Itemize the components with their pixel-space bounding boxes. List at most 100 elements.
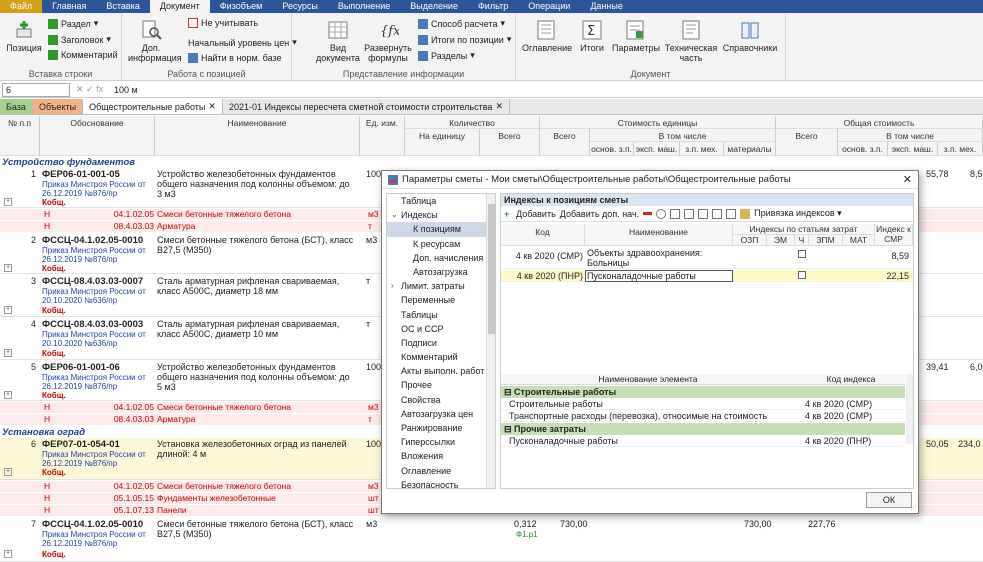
- remove-icon[interactable]: [643, 212, 653, 215]
- col-gc-total[interactable]: Всего: [776, 129, 838, 156]
- section-button[interactable]: Раздел ▾: [48, 18, 98, 29]
- tab-file[interactable]: Файл: [0, 0, 43, 13]
- tab-general-works[interactable]: Общестроительные работы ✕: [83, 99, 223, 114]
- cell-name-box[interactable]: 6: [2, 82, 70, 97]
- position-button[interactable]: Позиция: [4, 19, 44, 53]
- col-ozp[interactable]: ОЗП: [733, 235, 767, 246]
- nav-item-security[interactable]: Безопасность: [387, 478, 495, 488]
- expand-toggle[interactable]: +: [4, 391, 12, 399]
- formula-buttons[interactable]: ✕ ✓ fx: [70, 84, 110, 95]
- col-exp-mash-2[interactable]: эксп. маш.: [888, 142, 938, 156]
- nav-item-properties[interactable]: Свойства: [387, 393, 495, 407]
- section-row[interactable]: Устройство фундаментов: [0, 157, 983, 168]
- add-button[interactable]: + Добавить: [504, 209, 556, 219]
- not-count-button[interactable]: Не учитывать: [188, 18, 258, 28]
- col-by-cost[interactable]: Индексы по статьям затрат: [733, 224, 875, 235]
- nav-item-extra-charges[interactable]: Доп. начисления: [387, 251, 495, 265]
- list-item[interactable]: Пусконаладочные работы 4 кв 2020 (ПНР): [501, 435, 905, 447]
- col-smr[interactable]: Индекс к СМР: [875, 224, 913, 246]
- params-button[interactable]: Параметры: [612, 19, 660, 53]
- nav-item-acts[interactable]: Акты выполн. работ: [387, 364, 495, 378]
- col-code[interactable]: Код: [501, 224, 585, 246]
- col-quantity[interactable]: Количество: [405, 116, 540, 129]
- table-row[interactable]: 4 кв 2020 (СМР) Объекты здравоохранения:…: [501, 247, 913, 269]
- collapse-icon[interactable]: ⊟: [504, 387, 514, 397]
- nav-item-attachments[interactable]: Вложения: [387, 449, 495, 463]
- formula-value[interactable]: 100 м: [110, 85, 138, 95]
- tab-data[interactable]: Данные: [580, 0, 633, 13]
- tab-indices[interactable]: 2021-01 Индексы пересчета сметной стоимо…: [223, 99, 510, 114]
- tech-part-button[interactable]: Техническая часть: [662, 19, 720, 63]
- nav-item-to-positions[interactable]: К позициям: [387, 222, 495, 237]
- expand-toggle[interactable]: +: [4, 198, 12, 206]
- col-ch[interactable]: Ч: [795, 235, 809, 246]
- close-icon[interactable]: ✕: [903, 173, 912, 186]
- nav-item-autoload[interactable]: Автозагрузка: [387, 265, 495, 279]
- nav-item-other[interactable]: Прочее: [387, 378, 495, 392]
- col-general-cost[interactable]: Общая стоимость: [776, 116, 983, 129]
- close-icon[interactable]: ✕: [208, 101, 216, 112]
- col-osn-zp-2[interactable]: основ. з.п.: [838, 142, 888, 156]
- col-mat[interactable]: МАТ: [843, 235, 875, 246]
- row-checkbox[interactable]: [798, 271, 806, 279]
- tab-home[interactable]: Главная: [42, 0, 96, 13]
- col-basis[interactable]: Обоснование: [40, 116, 155, 156]
- tab-objects[interactable]: Объекты: [32, 99, 84, 114]
- chevron-down-icon[interactable]: ⌄: [391, 208, 398, 222]
- col-name[interactable]: Наименование: [585, 224, 733, 246]
- col-zp-meh[interactable]: з.п. мех.: [680, 142, 724, 156]
- col-per-unit[interactable]: На единицу: [405, 129, 480, 156]
- tab-filter[interactable]: Фильтр: [468, 0, 518, 13]
- col-materials[interactable]: материалы: [724, 142, 776, 156]
- col-uc-total[interactable]: Всего: [540, 129, 590, 156]
- elements-scrollbar[interactable]: [906, 374, 913, 444]
- col-zp-meh-2[interactable]: з.п. мех.: [938, 142, 983, 156]
- col-osn-zp[interactable]: основ. з.п.: [590, 142, 634, 156]
- col-exp-mash[interactable]: эксп. маш.: [634, 142, 680, 156]
- doc-info-button[interactable]: Доп. информация: [128, 19, 182, 63]
- calc-method-button[interactable]: Способ расчета ▾: [418, 18, 505, 29]
- expand-toggle[interactable]: +: [4, 264, 12, 272]
- col-index-code[interactable]: Код индекса: [797, 374, 905, 384]
- tab-execution[interactable]: Выполнение: [328, 0, 400, 13]
- nav-item-tables[interactable]: Таблицы: [387, 308, 495, 322]
- tab-operations[interactable]: Операции: [518, 0, 580, 13]
- nav-scroll-thumb[interactable]: [488, 204, 495, 334]
- cut-icon[interactable]: [712, 208, 723, 219]
- close-icon[interactable]: ✕: [495, 101, 503, 112]
- comment-button[interactable]: Комментарий: [48, 50, 118, 60]
- toc-button[interactable]: Оглавление: [522, 19, 572, 53]
- heading-button[interactable]: Заголовок ▾: [48, 34, 111, 45]
- nav-item-comment[interactable]: Комментарий: [387, 350, 495, 364]
- list-item[interactable]: Транспортные расходы (перевозка), относи…: [501, 410, 905, 422]
- totals-position-button[interactable]: Итоги по позиции ▾: [418, 34, 511, 45]
- tab-resources[interactable]: Ресурсы: [272, 0, 328, 13]
- sort-asc-icon[interactable]: [684, 208, 695, 219]
- nav-item-table[interactable]: Таблица: [387, 194, 495, 208]
- totals-button[interactable]: Σ Итоги: [576, 19, 608, 53]
- expand-toggle[interactable]: +: [4, 306, 12, 314]
- nav-item-signatures[interactable]: Подписи: [387, 336, 495, 350]
- tab-insert[interactable]: Вставка: [96, 0, 149, 13]
- row-name-edit[interactable]: Пусконаладочные работы: [585, 270, 733, 282]
- expand-toggle[interactable]: +: [4, 468, 12, 476]
- collapse-icon[interactable]: ⊟: [504, 424, 514, 434]
- resize-grip-icon[interactable]: ⋰: [910, 504, 917, 512]
- nav-item-variables[interactable]: Переменные: [387, 293, 495, 307]
- col-name[interactable]: Наименование: [155, 116, 360, 156]
- row-checkbox[interactable]: [798, 250, 806, 258]
- find-norm-button[interactable]: Найти в норм. базе: [188, 53, 282, 63]
- sections-button[interactable]: Разделы ▾: [418, 50, 475, 61]
- table-row[interactable]: 4 кв 2020 (ПНР) Пусконаладочные работы 2…: [501, 270, 913, 282]
- bind-indices-button[interactable]: Привязка индексов ▾: [754, 208, 842, 219]
- table-row[interactable]: 7 ФССЦ-04.1.02.05-0010 Приказ Минстроя Р…: [0, 518, 983, 562]
- tab-base[interactable]: База: [0, 99, 33, 114]
- col-unit-cost[interactable]: Стоимость единицы: [540, 116, 776, 129]
- col-gc-incl[interactable]: В том числе: [838, 129, 983, 142]
- search-icon[interactable]: [656, 208, 667, 219]
- paste-icon[interactable]: [740, 208, 751, 219]
- tab-selection[interactable]: Выделение: [400, 0, 468, 13]
- nav-scrollbar[interactable]: [486, 194, 495, 488]
- col-num[interactable]: № п.п: [0, 116, 40, 156]
- tab-physvolume[interactable]: Физобъем: [210, 0, 273, 13]
